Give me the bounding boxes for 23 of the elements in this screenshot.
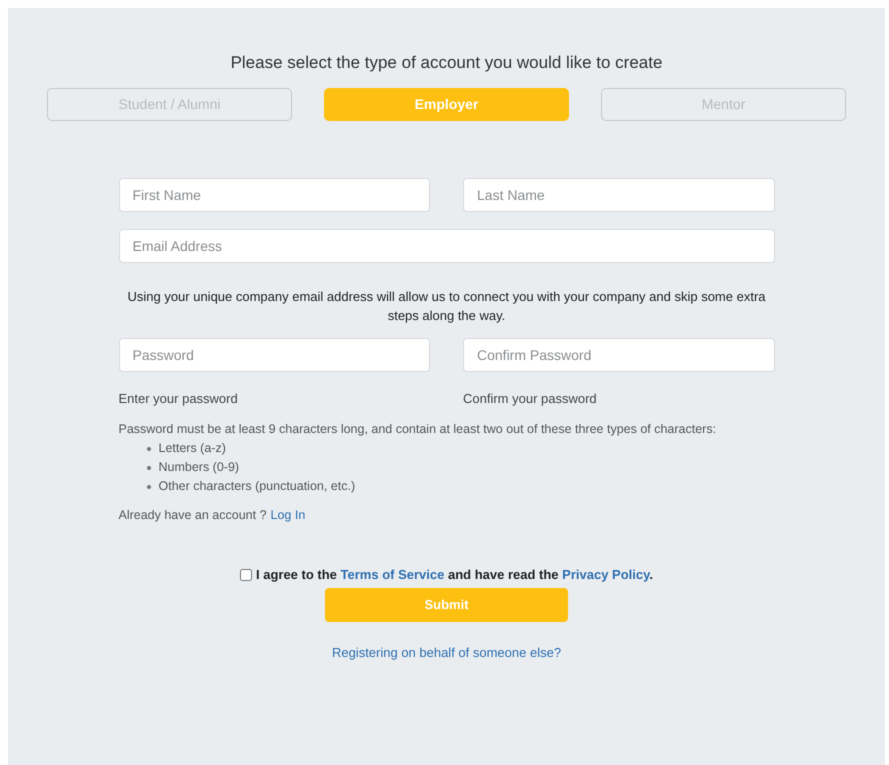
agreement-text: I agree to the Terms of Service and have read the Privacy Policy.: [256, 566, 653, 584]
login-link[interactable]: Log In: [270, 506, 306, 525]
rule-item: Other characters (punctuation, etc.): [158, 478, 356, 495]
terms-link[interactable]: Terms of Service: [340, 567, 444, 582]
privacy-link[interactable]: Privacy Policy: [562, 567, 650, 582]
password-hint: Confirm your password: [463, 390, 598, 407]
rule-item: Letters (a-z): [158, 440, 226, 457]
login-prompt: Already have an account ?: [118, 507, 267, 524]
bullet-icon: [146, 484, 150, 488]
agree-checkbox[interactable]: [240, 568, 252, 581]
password-field[interactable]: Confirm Password: [463, 338, 774, 372]
name-field[interactable]: Last Name: [463, 178, 774, 212]
rule-item: Numbers (0-9): [158, 459, 240, 476]
bullet-icon: [146, 446, 150, 450]
email-field[interactable]: Email Address: [118, 229, 774, 263]
password-field[interactable]: Password: [118, 338, 430, 372]
behalf-link[interactable]: Registering on behalf of someone else?: [332, 642, 562, 662]
page-heading: Please select the type of account you would like to create: [230, 52, 662, 74]
password-rules-text: Password must be at least 9 characters long, and contain at least two out of these three types of characters:: [118, 421, 718, 438]
password-hint: Enter your password: [118, 390, 239, 407]
bullet-icon: [146, 466, 150, 470]
email-note: Using your unique company email address will allow us to connect you with your company and skip some extra steps along the way.: [126, 288, 767, 325]
name-field[interactable]: First Name: [118, 178, 430, 212]
